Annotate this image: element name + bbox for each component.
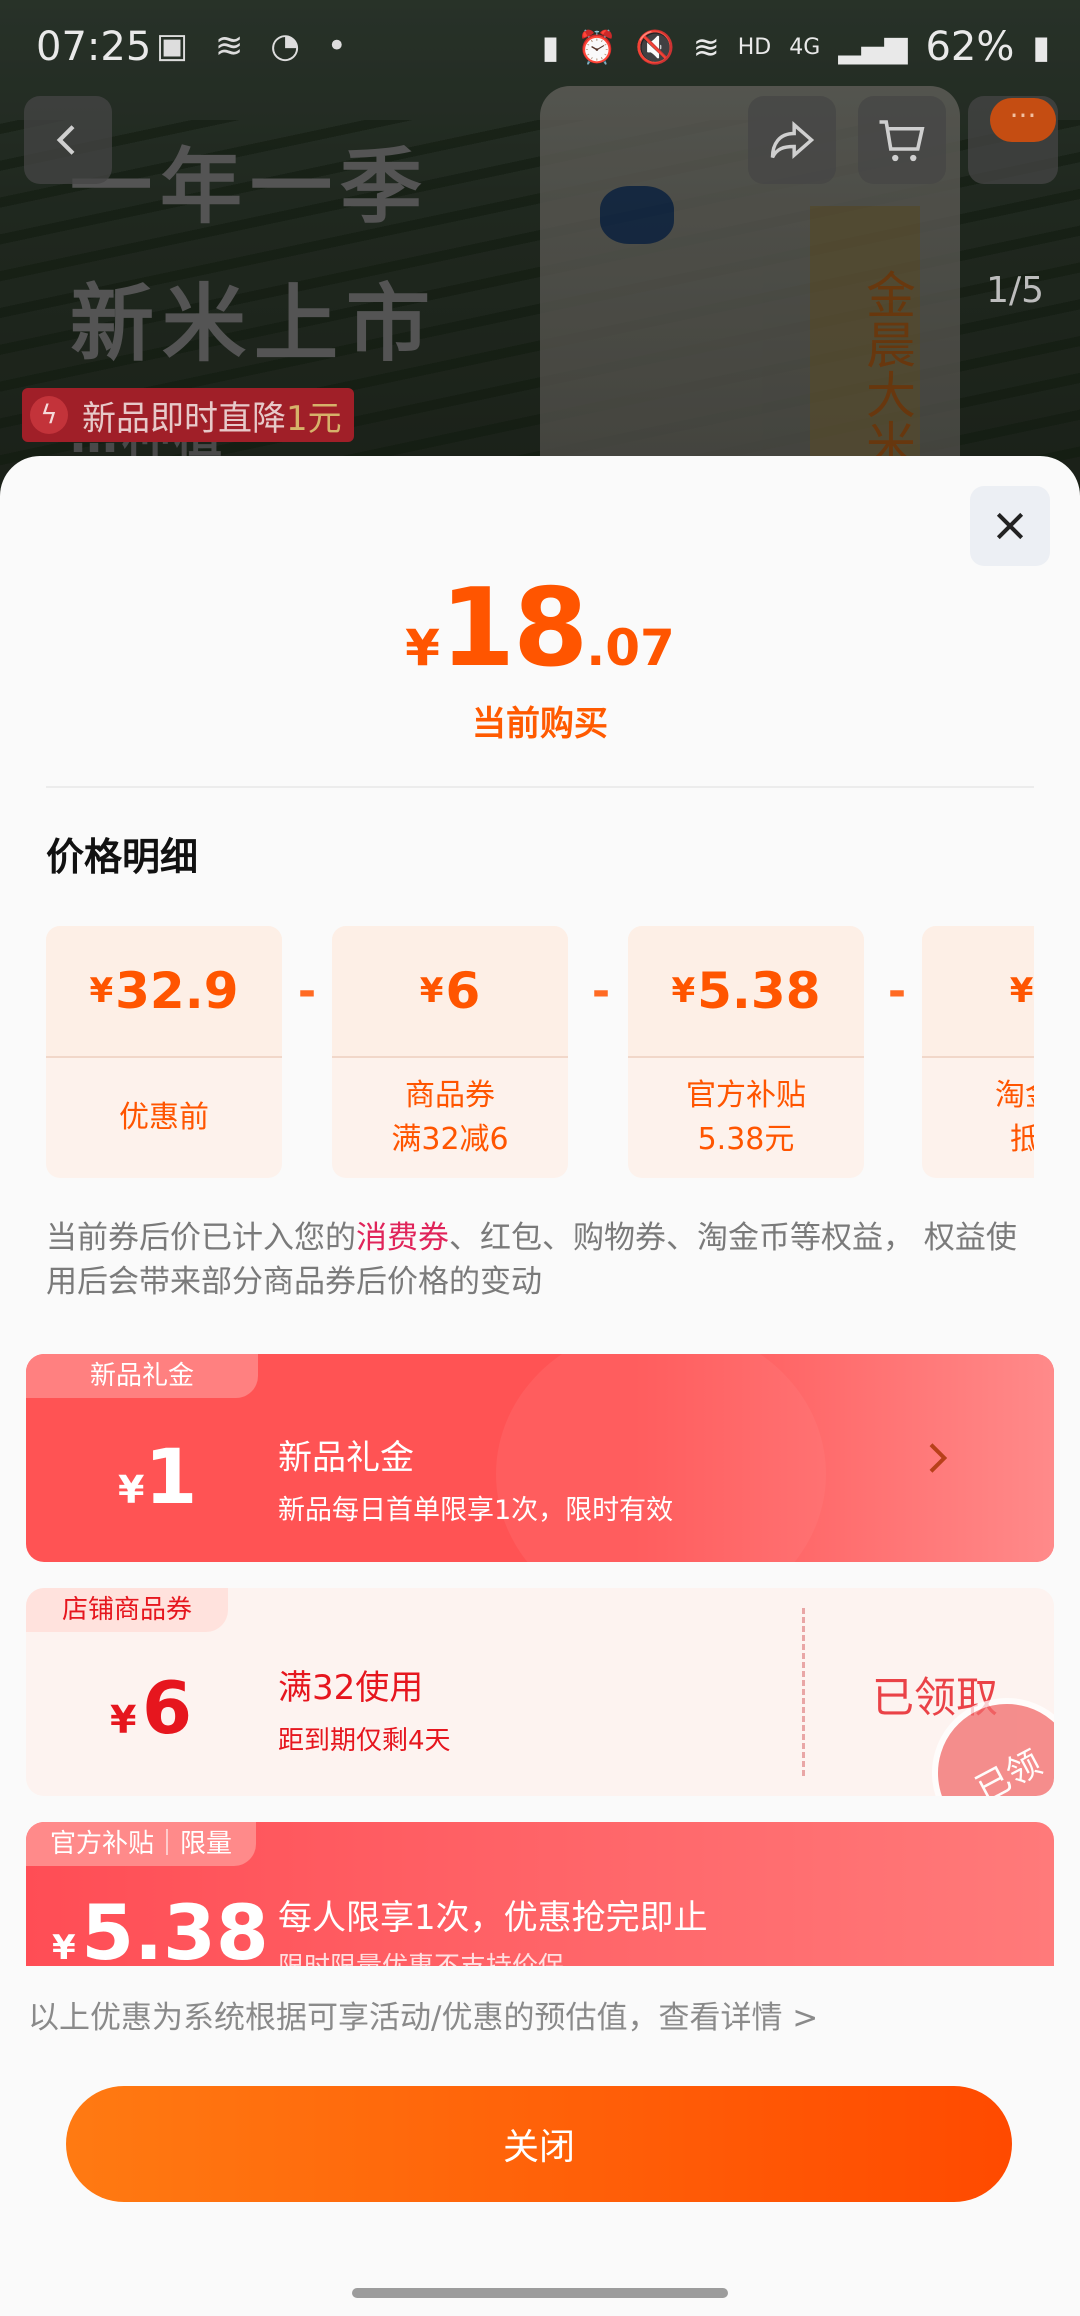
price-card-official-subsidy: ¥5.38 官方补贴 5.38元 [628, 926, 864, 1178]
close-sheet-button[interactable] [970, 486, 1050, 566]
lightning-icon: ϟ [30, 396, 68, 434]
close-button[interactable]: 关闭 [66, 2086, 1012, 2202]
shop-product-coupon[interactable]: 店铺商品券 ¥ 6 满32使用 距到期仅剩4天 已领取 已领 [26, 1588, 1054, 1796]
price-card-sublabel: 满32减6 [391, 1122, 509, 1157]
cart-icon [879, 120, 925, 162]
price-note: 当前券后价已计入您的消费券、红包、购物券、淘金币等权益， 权益使用后会带来部分商… [46, 1216, 1036, 1304]
official-subsidy-coupon[interactable]: 官方补贴｜限量 ¥ 5.38 每人限享1次，优惠抢完即止 限时限量优惠不支持价保 [26, 1822, 1054, 1982]
coupon-desc: 距到期仅剩4天 [278, 1726, 451, 1756]
coupon-amount: ¥ 6 [110, 1666, 192, 1750]
price-card-yen: ¥ [1009, 971, 1034, 1011]
share-icon [770, 121, 815, 159]
price-card-sublabel: 5.38元 [697, 1122, 795, 1157]
image-page-indicator: 1/5 [986, 270, 1044, 311]
home-indicator[interactable] [352, 2288, 728, 2298]
coupon-tag: 店铺商品券 [26, 1588, 229, 1632]
promo-tag-amount: 1元 [286, 398, 342, 439]
back-button[interactable] [24, 96, 112, 184]
coupon-desc: 新品每日首单限享1次，限时有效 [278, 1495, 674, 1526]
promo-price-drop-tag: ϟ 新品即时直降 1元 [22, 388, 354, 442]
notification-icons: ▣ ≋ ◔ • [156, 26, 355, 66]
minus-sign: - [297, 966, 317, 1017]
status-right: ▮ ⏰ 🔇 ≋ HD 4G ▂▄▆ 62% ▮ [542, 24, 1050, 70]
coupon-value: 1 [144, 1432, 198, 1521]
price-detail-sheet: ¥18.07 当前购买 价格明细 ¥32.9 优惠前 - ¥6 商品券满32减6… [0, 456, 1080, 2316]
coupon-value: 5.38 [81, 1888, 269, 1977]
more-icon[interactable]: ··· [990, 98, 1056, 142]
price-card-label: 淘金币 [995, 1078, 1034, 1113]
battery-icon: ▮ [1032, 28, 1050, 66]
consumption-coupon-link[interactable]: 消费券 [356, 1220, 449, 1256]
price-note-prefix: 当前券后价已计入您的 [46, 1220, 356, 1256]
price-card-original: ¥32.9 优惠前 [46, 926, 282, 1178]
new-product-gift-coupon[interactable]: 新品礼金 ¥1 新品礼金 新品每日首单限享1次，限时有效 [26, 1354, 1054, 1562]
price-card-sublabel: 抵扣 [1010, 1122, 1034, 1157]
coupon-tag: 官方补贴｜限量 [26, 1822, 257, 1866]
coupon-yen: ¥ [110, 1698, 137, 1742]
price-card-label: 官方补贴 [686, 1078, 806, 1113]
price-card-value: 32.9 [115, 962, 239, 1020]
current-price-yen: ¥ [405, 619, 440, 677]
price-breakdown-title: 价格明细 [46, 835, 199, 879]
price-card-shop-coupon: ¥6 商品券满32减6 [332, 926, 568, 1178]
price-card-label: 商品券 [405, 1078, 495, 1113]
price-card-value: 6 [445, 962, 481, 1020]
current-price-decimal: .07 [586, 619, 675, 677]
minus-sign: - [591, 966, 611, 1017]
price-breakdown-cards[interactable]: ¥32.9 优惠前 - ¥6 商品券满32减6 - ¥5.38 官方补贴 5.38… [46, 926, 1034, 1182]
network-gen: 4G [789, 34, 821, 60]
coupon-title: 每人限享1次，优惠抢完即止 [278, 1898, 708, 1938]
current-price: ¥18.07 [0, 566, 1080, 691]
coupon-title: 满32使用 [278, 1668, 424, 1708]
current-price-integer: 18 [439, 566, 588, 691]
current-price-label: 当前购买 [472, 704, 608, 744]
status-time: 07:25 [36, 24, 152, 70]
price-card-label: 优惠前 [119, 1100, 209, 1135]
coupon-tag: 新品礼金 [26, 1354, 259, 1398]
share-button[interactable] [748, 96, 836, 184]
minus-sign: - [887, 966, 907, 1017]
price-card-taojinbi: ¥2 淘金币抵扣 [922, 926, 1034, 1178]
price-card-value: 5.38 [697, 962, 821, 1020]
coupon-amount: ¥ 5.38 [52, 1888, 269, 1977]
price-card-yen: ¥ [671, 971, 696, 1011]
cart-button[interactable] [858, 96, 946, 184]
signal-icon: ▂▄▆ [838, 29, 908, 65]
coupon-divider [802, 1608, 805, 1776]
coupon-yen: ¥ [118, 1468, 145, 1512]
mute-icon: 🔇 [635, 28, 675, 66]
divider [46, 786, 1034, 788]
coupon-yen: ¥ [52, 1928, 76, 1968]
battery-percent: 62% [925, 24, 1015, 70]
price-card-yen: ¥ [419, 971, 444, 1011]
chevron-right-icon[interactable] [916, 1438, 956, 1478]
battery-saver-icon: ▮ [541, 28, 560, 66]
network-hd: HD [737, 34, 772, 60]
chevron-left-icon [56, 125, 75, 155]
alarm-icon: ⏰ [577, 28, 618, 66]
price-card-yen: ¥ [89, 971, 114, 1011]
wifi-icon: ≋ [692, 28, 720, 66]
status-bar: 07:25 ▣ ≋ ◔ • ▮ ⏰ 🔇 ≋ HD 4G ▂▄▆ 62% ▮ [0, 0, 1080, 96]
coupon-amount: ¥1 [118, 1432, 197, 1521]
coupon-value: 6 [142, 1666, 193, 1750]
promo-tag-text: 新品即时直降 [82, 398, 286, 439]
estimate-details-link[interactable]: 以上优惠为系统根据可享活动/优惠的预估值，查看详情 > [28, 1992, 818, 2037]
coupon-title: 新品礼金 [278, 1438, 414, 1478]
close-icon [996, 512, 1024, 540]
